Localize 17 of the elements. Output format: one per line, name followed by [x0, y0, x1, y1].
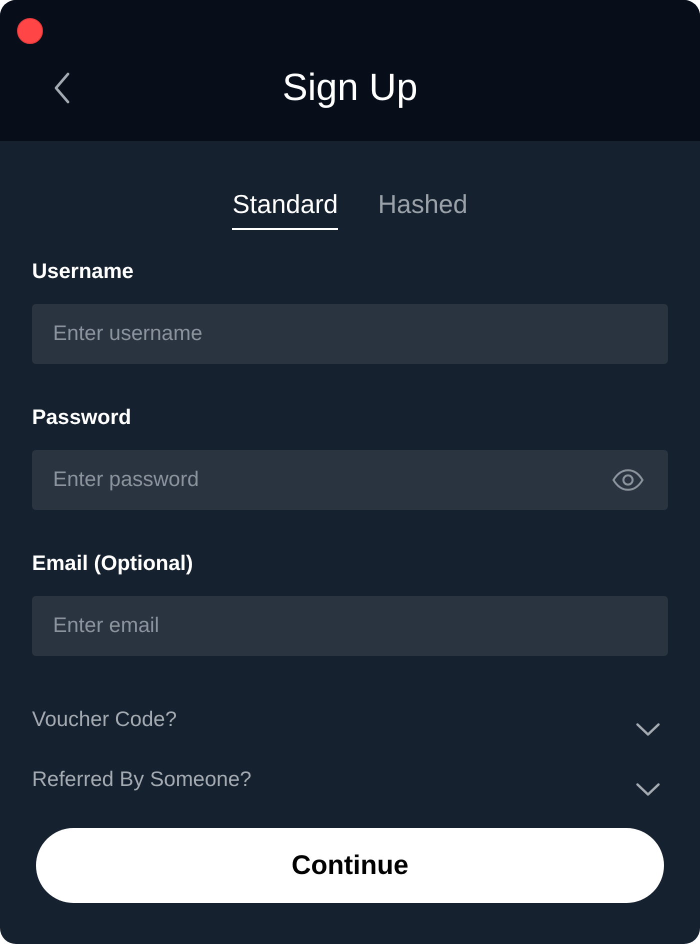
tab[interactable]: Hashed — [378, 188, 468, 230]
expand-toggle[interactable]: Referred By Someone? — [32, 767, 668, 796]
input-field[interactable]: Enter email — [32, 596, 668, 656]
input-field[interactable]: Enter username — [32, 304, 668, 364]
chevron-left-icon — [52, 72, 72, 104]
field-label: Password — [32, 405, 132, 431]
eye-icon — [612, 469, 644, 491]
continue-button[interactable]: Continue — [36, 828, 664, 903]
back-button[interactable] — [52, 72, 72, 104]
tab[interactable]: Standard — [232, 188, 338, 230]
show-password-button[interactable] — [612, 469, 644, 491]
field-label: Username — [32, 259, 134, 285]
close-button[interactable] — [17, 18, 43, 44]
field-label: Email (Optional) — [32, 551, 194, 577]
input-field[interactable]: Enter password — [32, 450, 668, 510]
expand-toggle[interactable]: Voucher Code? — [32, 707, 668, 736]
window-title: Sign Up — [282, 66, 418, 111]
